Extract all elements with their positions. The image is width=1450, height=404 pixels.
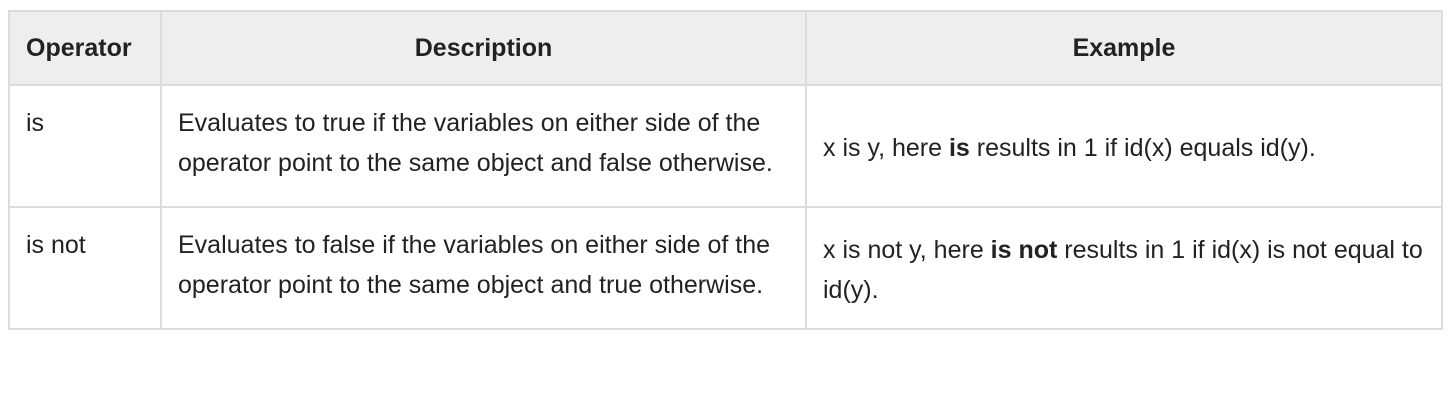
description-cell: Evaluates to false if the variables on e… (160, 206, 807, 330)
header-row: Operator Description Example (8, 10, 1443, 86)
example-cell: x is not y, here is not results in 1 if … (805, 206, 1443, 330)
operators-table-container: Operator Description Example is Evaluate… (8, 10, 1443, 330)
table-header: Operator Description Example (8, 10, 1443, 86)
example-keyword: is (948, 134, 970, 162)
identity-operators-table: Operator Description Example is Evaluate… (8, 10, 1443, 330)
table-row: is Evaluates to true if the variables on… (8, 84, 1443, 208)
header-description: Description (160, 10, 807, 86)
example-cell: x is y, here is results in 1 if id(x) eq… (805, 84, 1443, 208)
table-row: is not Evaluates to false if the variabl… (8, 206, 1443, 330)
header-operator: Operator (8, 10, 162, 86)
example-text: x is y, here (823, 134, 949, 162)
example-text: x is not y, here (823, 236, 991, 264)
example-text: results in 1 if id(x) equals id(y). (969, 134, 1316, 162)
example-keyword: is not (990, 236, 1058, 264)
description-cell: Evaluates to true if the variables on ei… (160, 84, 807, 208)
header-example: Example (805, 10, 1443, 86)
operator-cell: is not (8, 206, 162, 330)
operator-cell: is (8, 84, 162, 208)
table-body: is Evaluates to true if the variables on… (8, 84, 1443, 330)
